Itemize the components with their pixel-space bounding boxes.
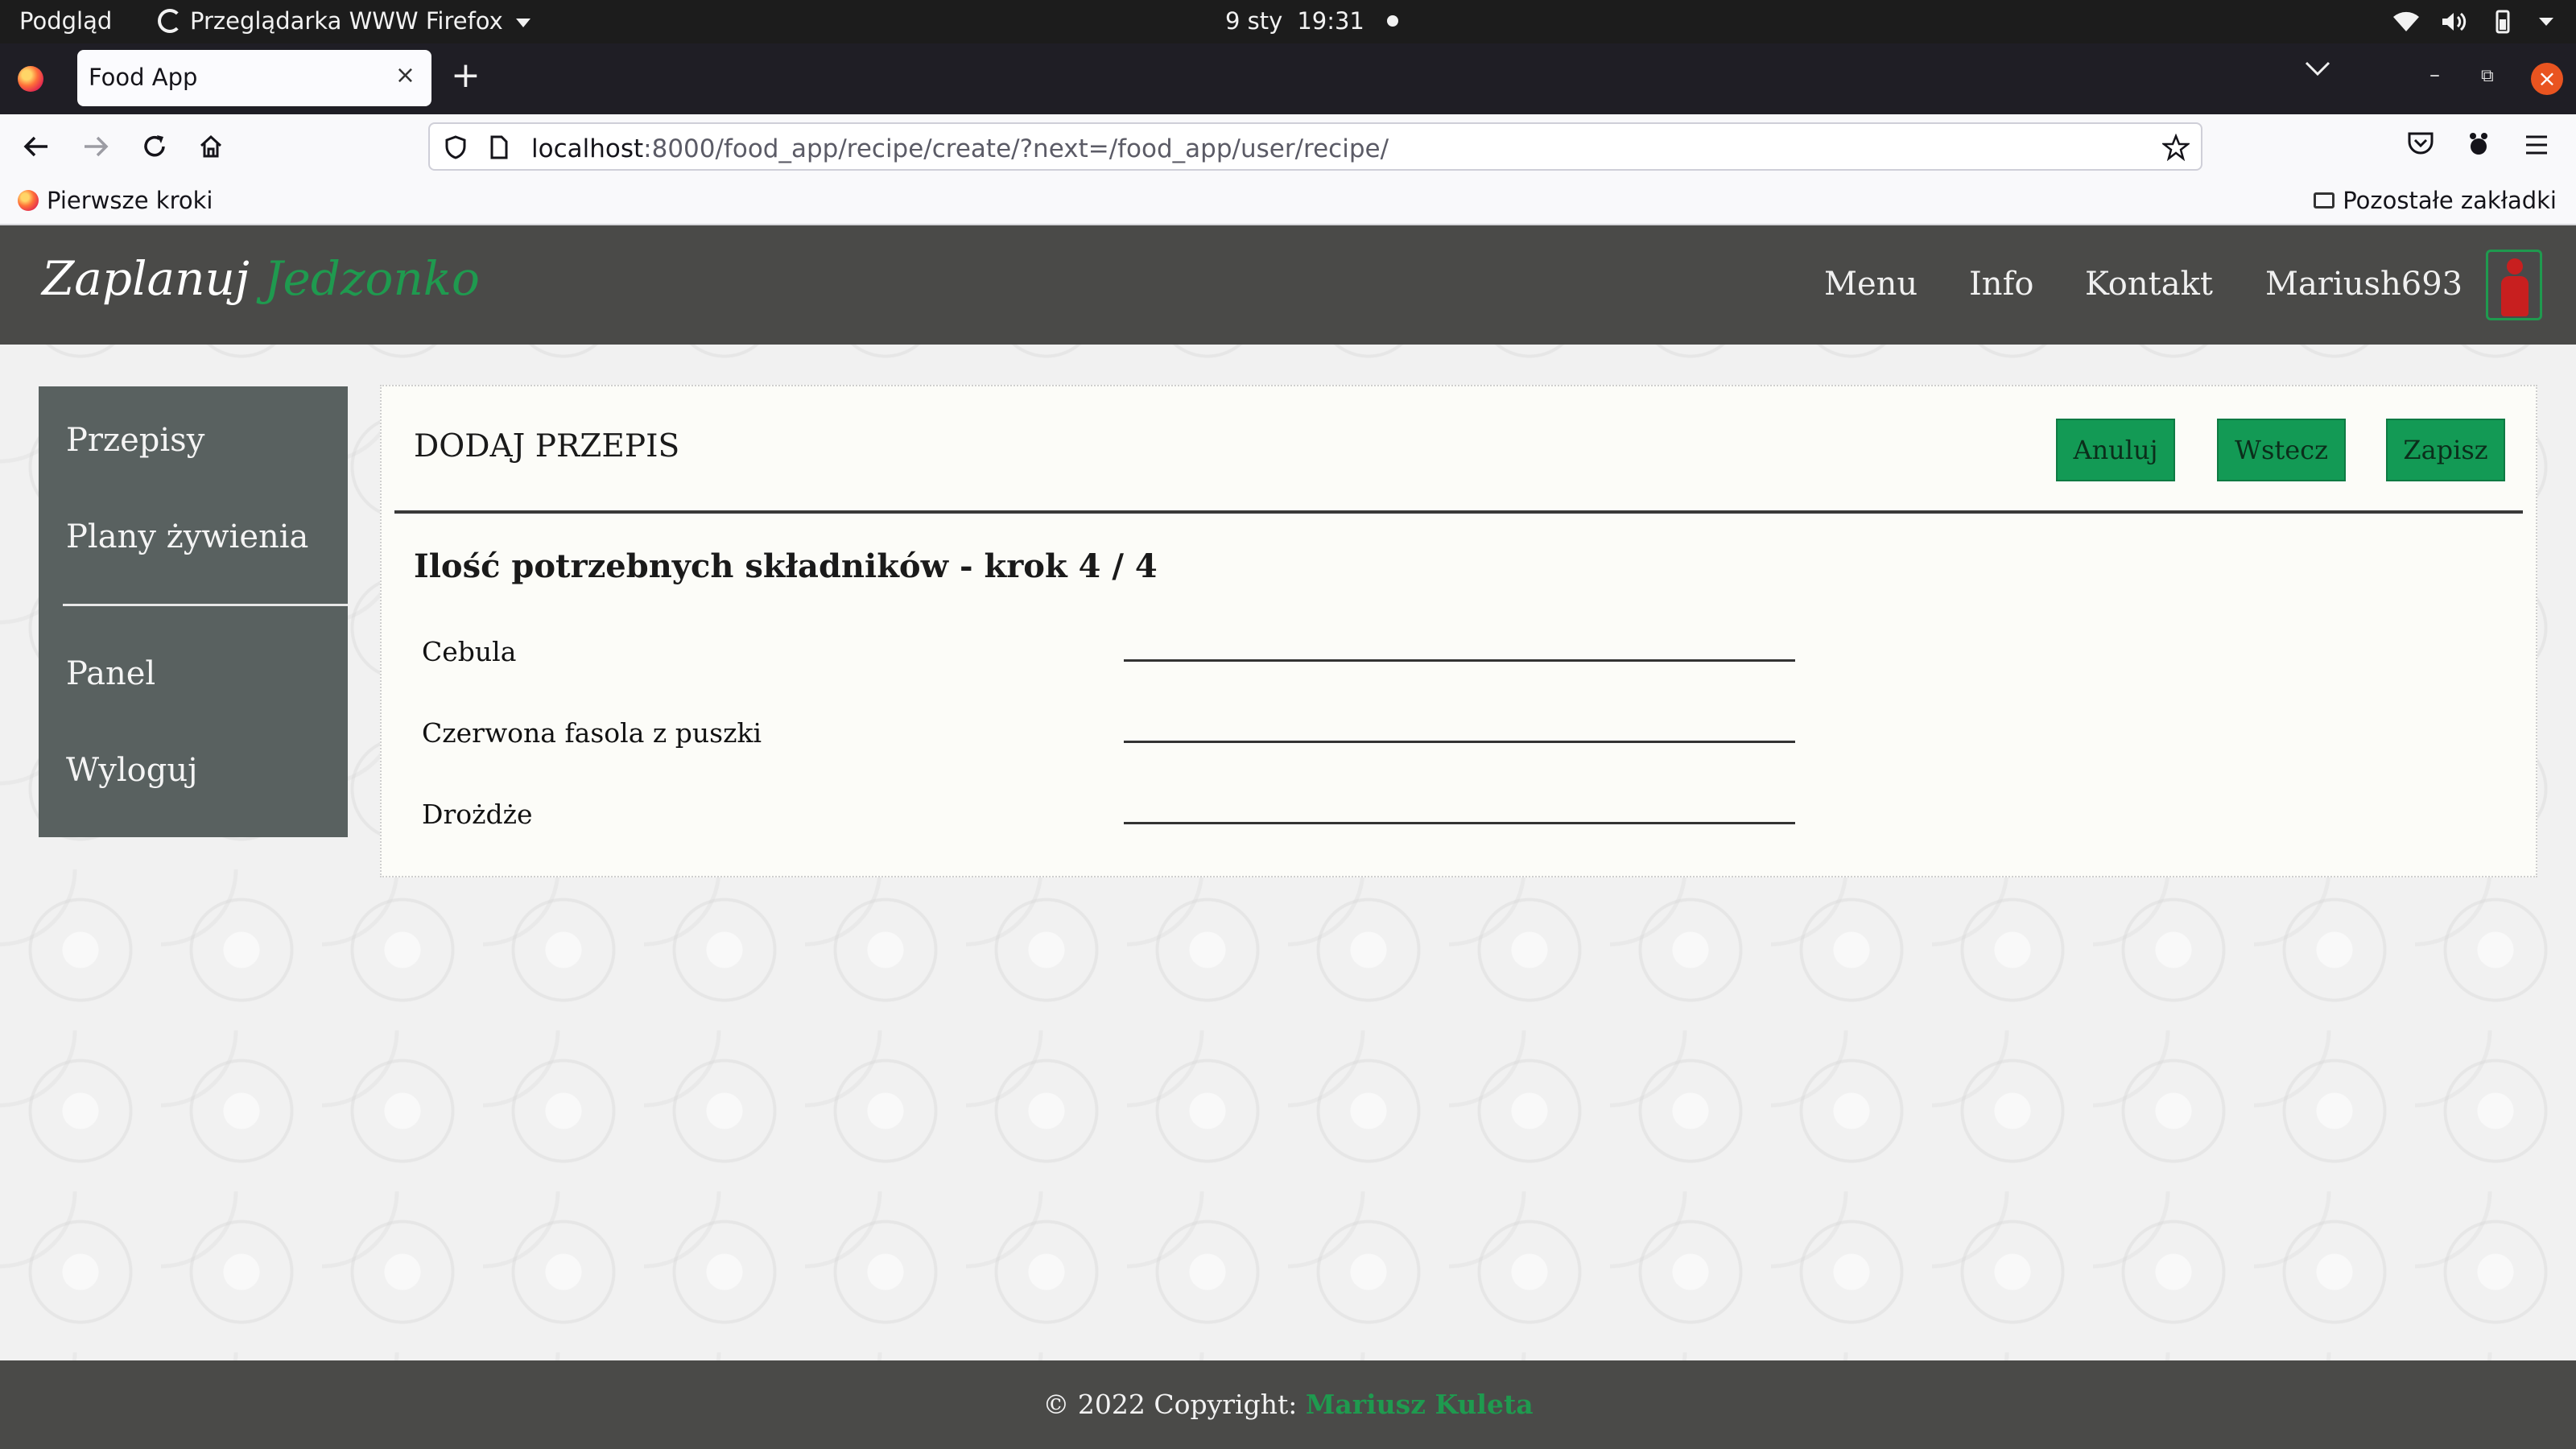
activities-button[interactable]: Podgląd <box>19 7 112 35</box>
tab-strip: Food App × + – ⧉ × <box>0 43 2576 114</box>
logo-word-1: Zaplanuj <box>42 251 250 306</box>
ingredient-quantity-input[interactable] <box>1124 789 1795 824</box>
app-menu[interactable]: Przeglądarka WWW Firefox <box>158 7 530 35</box>
cancel-button[interactable]: Anuluj <box>2056 419 2175 481</box>
extensions-icon[interactable] <box>2465 130 2492 158</box>
logo-word-2: Jedzonko <box>264 251 480 306</box>
ingredient-label: Czerwona fasola z puszki <box>422 717 762 749</box>
chevron-down-icon <box>2539 18 2553 26</box>
add-recipe-form: DODAJ PRZEPIS Anuluj Wstecz Zapisz Ilość… <box>380 385 2537 877</box>
clock-date: 9 sty <box>1225 7 1283 35</box>
ingredient-label: Drożdże <box>422 799 533 830</box>
sidebar-divider <box>63 604 348 606</box>
chevron-down-icon <box>515 18 530 27</box>
reload-icon[interactable] <box>137 129 172 164</box>
back-button[interactable]: Wstecz <box>2217 419 2346 481</box>
minimize-window-icon[interactable]: – <box>2429 63 2440 87</box>
folder-icon <box>2314 192 2335 208</box>
ingredient-quantity-input[interactable] <box>1124 626 1795 662</box>
hamburger-menu-icon[interactable] <box>2524 134 2549 156</box>
url-path: :8000/food_app/recipe/create/?next=/food… <box>643 134 1389 163</box>
nav-menu[interactable]: Menu <box>1824 266 1918 303</box>
ingredient-quantity-input[interactable] <box>1124 708 1795 743</box>
bookmark-label: Pierwsze kroki <box>47 187 213 214</box>
app-menu-label: Przeglądarka WWW Firefox <box>190 7 503 35</box>
back-arrow-icon[interactable] <box>19 129 55 164</box>
clock[interactable]: 9 sty 19:31 <box>1225 7 1398 35</box>
firefox-app-icon <box>158 9 182 33</box>
close-tab-icon[interactable]: × <box>395 61 415 89</box>
tab-food-app[interactable]: Food App × <box>77 50 431 106</box>
step-title: Ilość potrzebnych składników - krok 4 / … <box>414 547 1158 585</box>
clock-time: 19:31 <box>1297 7 1364 35</box>
user-avatar[interactable] <box>2486 250 2542 320</box>
sidebar-item-wyloguj[interactable]: Wyloguj <box>66 752 197 789</box>
tracking-protection-shield-icon[interactable] <box>444 135 467 159</box>
user-avatar-head <box>2507 258 2523 275</box>
url-host: localhost <box>531 134 644 163</box>
tab-title: Food App <box>89 64 198 91</box>
pocket-icon[interactable] <box>2407 130 2434 156</box>
home-icon[interactable] <box>193 129 229 164</box>
page-content: Zaplanuj Jedzonko Menu Info Kontakt Mari… <box>0 225 2576 1449</box>
nav-username[interactable]: Mariush693 <box>2265 266 2462 303</box>
site-logo[interactable]: Zaplanuj Jedzonko <box>42 251 480 306</box>
nav-kontakt[interactable]: Kontakt <box>2085 266 2213 303</box>
sidebar: Przepisy Plany żywienia Panel Wyloguj <box>39 386 348 837</box>
save-button[interactable]: Zapisz <box>2386 419 2505 481</box>
system-top-bar: Podgląd Przeglądarka WWW Firefox 9 sty 1… <box>0 0 2576 43</box>
copyright-text: © 2022 Copyright: <box>1042 1389 1298 1420</box>
forward-arrow-icon[interactable] <box>77 129 113 164</box>
notification-dot-icon <box>1386 15 1398 27</box>
url-text[interactable]: localhost:8000/food_app/recipe/create/?n… <box>531 134 1389 163</box>
page-title: DODAJ PRZEPIS <box>414 428 680 464</box>
bookmarks-toolbar: Pierwsze kroki Pozostałe zakładki <box>0 180 2576 225</box>
volume-icon <box>2442 12 2467 31</box>
bookmark-star-icon[interactable] <box>2162 134 2190 161</box>
sidebar-item-przepisy[interactable]: Przepisy <box>66 422 204 459</box>
page-info-icon[interactable] <box>489 135 509 159</box>
url-bar[interactable]: localhost:8000/food_app/recipe/create/?n… <box>428 122 2202 171</box>
sidebar-item-plany-zywienia[interactable]: Plany żywienia <box>66 518 308 555</box>
firefox-logo-icon <box>18 190 39 211</box>
firefox-logo-icon <box>18 66 43 92</box>
author-link[interactable]: Mariusz Kuleta <box>1306 1389 1534 1420</box>
wifi-icon <box>2393 11 2419 32</box>
site-footer: © 2022 Copyright: Mariusz Kuleta <box>0 1360 2576 1449</box>
bookmark-label: Pozostałe zakładki <box>2343 187 2557 214</box>
bookmark-pierwsze-kroki[interactable]: Pierwsze kroki <box>18 187 213 214</box>
sidebar-item-panel[interactable]: Panel <box>66 655 155 692</box>
battery-icon <box>2496 10 2510 34</box>
new-tab-button[interactable]: + <box>451 58 481 93</box>
ingredient-label: Cebula <box>422 636 517 667</box>
list-all-tabs-icon[interactable] <box>2304 60 2331 77</box>
bookmark-other-folder[interactable]: Pozostałe zakładki <box>2314 187 2557 214</box>
system-tray[interactable] <box>2392 10 2555 34</box>
close-window-icon[interactable]: × <box>2531 63 2563 95</box>
header-divider <box>394 510 2523 514</box>
navigation-toolbar: localhost:8000/food_app/recipe/create/?n… <box>0 114 2576 180</box>
user-avatar-body <box>2501 276 2529 316</box>
restore-window-icon[interactable]: ⧉ <box>2481 66 2494 86</box>
nav-info[interactable]: Info <box>1969 266 2033 303</box>
site-header: Zaplanuj Jedzonko Menu Info Kontakt Mari… <box>0 225 2576 345</box>
